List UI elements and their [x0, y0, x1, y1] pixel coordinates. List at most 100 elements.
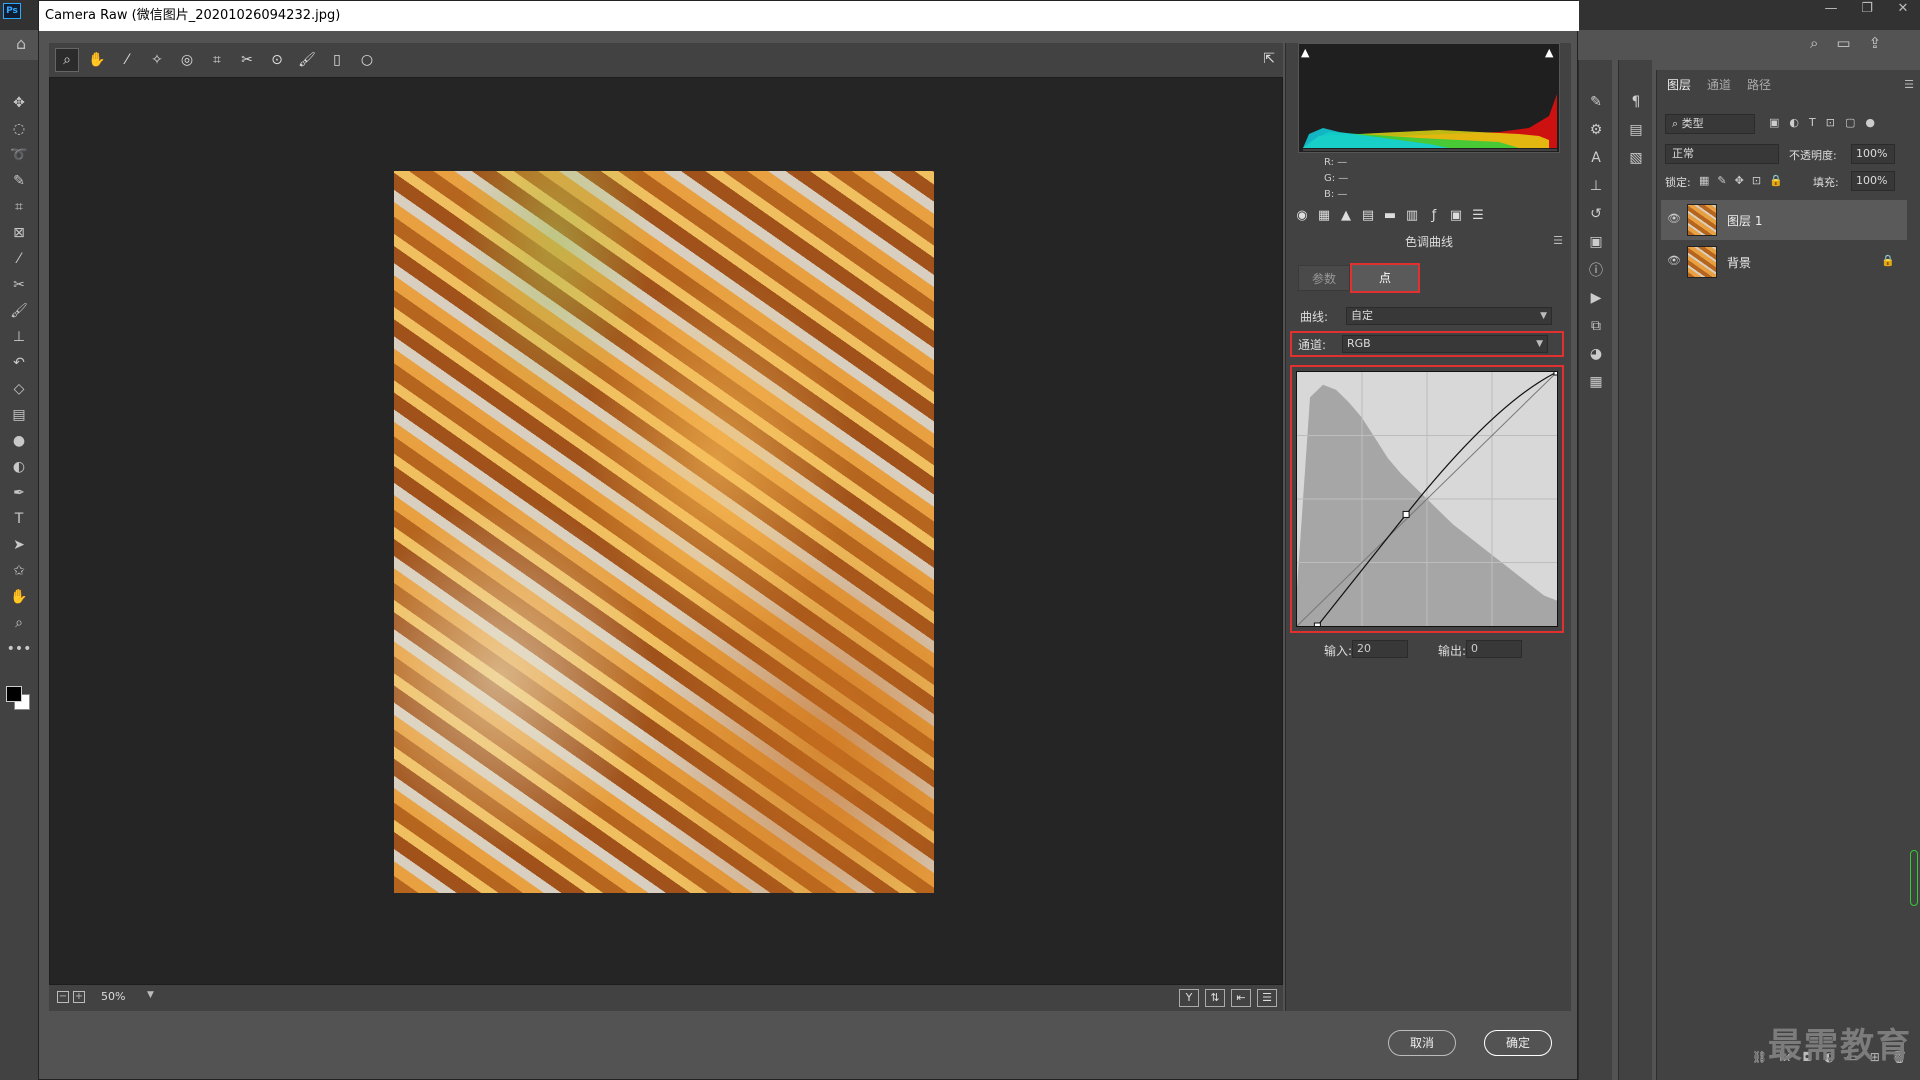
brush-settings-icon[interactable]: ✎ — [1579, 88, 1613, 116]
white-balance-tool-icon[interactable]: ⁄ — [115, 48, 139, 72]
more-tools-icon[interactable]: ••• — [0, 636, 38, 662]
blur-tool-icon[interactable]: ● — [0, 428, 38, 454]
fill-field[interactable]: 100% — [1851, 171, 1895, 191]
tab-point[interactable]: 点 — [1350, 263, 1420, 293]
adjustments-icon[interactable]: ⚙ — [1579, 116, 1613, 144]
pen-tool-icon[interactable]: ✒ — [0, 480, 38, 506]
blend-mode-select[interactable]: 正常 — [1665, 144, 1779, 164]
layer-row-background[interactable]: 👁 背景 🔒 — [1661, 242, 1907, 282]
detail-panel-icon[interactable]: ▲ — [1338, 207, 1354, 225]
libraries-icon[interactable]: ▣ — [1579, 228, 1613, 256]
targeted-adjustment-tool-icon[interactable]: ◎ — [175, 48, 199, 72]
lock-transparent-icon[interactable]: ▦ — [1699, 174, 1709, 187]
chevron-down-icon[interactable]: ▼ — [147, 990, 161, 1004]
quick-select-tool-icon[interactable]: ✎ — [0, 168, 38, 194]
brush-tool-icon[interactable]: 🖌 — [0, 298, 38, 324]
lens-corrections-panel-icon[interactable]: ▥ — [1404, 207, 1420, 225]
shape-filter-icon[interactable]: ⊡ — [1826, 116, 1835, 129]
properties-icon[interactable]: ▤ — [1619, 116, 1653, 144]
share-icon[interactable]: ⇪ — [1869, 34, 1882, 52]
channel-select[interactable]: RGB ▼ — [1342, 335, 1548, 353]
curve-point[interactable] — [1402, 510, 1410, 518]
hand-tool-icon[interactable]: ✋ — [85, 48, 109, 72]
history-icon[interactable]: ↺ — [1579, 200, 1613, 228]
type-filter-icon[interactable]: T — [1809, 116, 1816, 129]
basic-panel-icon[interactable]: ◉ — [1294, 207, 1310, 225]
split-toning-panel-icon[interactable]: ▬ — [1382, 207, 1398, 225]
table-icon[interactable]: ▦ — [1579, 368, 1613, 396]
tab-channels[interactable]: 通道 — [1707, 76, 1731, 93]
smart-object-filter-icon[interactable]: ▢ — [1845, 116, 1855, 129]
dodge-tool-icon[interactable]: ◐ — [0, 454, 38, 480]
color-icon[interactable]: ◕ — [1579, 340, 1613, 368]
character-icon[interactable]: A — [1579, 144, 1613, 172]
clone-source-icon[interactable]: ⊥ — [1579, 172, 1613, 200]
lock-position-icon[interactable]: ✥ — [1735, 174, 1744, 187]
shape-tool-icon[interactable]: ✩ — [0, 558, 38, 584]
paragraph-icon[interactable]: ¶ — [1619, 88, 1653, 116]
pixel-filter-icon[interactable]: ▣ — [1769, 116, 1779, 129]
close-icon[interactable]: ✕ — [1896, 0, 1910, 18]
graduated-filter-icon[interactable]: ▯ — [325, 48, 349, 72]
before-after-icon[interactable]: Y — [1179, 989, 1199, 1007]
cancel-button[interactable]: 取消 — [1388, 1030, 1456, 1056]
scroll-indicator[interactable] — [1910, 850, 1918, 906]
eye-icon[interactable]: 👁 — [1667, 212, 1681, 225]
tab-paths[interactable]: 路径 — [1747, 76, 1771, 93]
history-brush-icon[interactable]: ↶ — [0, 350, 38, 376]
ok-button[interactable]: 确定 — [1484, 1030, 1552, 1056]
restore-icon[interactable]: ❐ — [1860, 0, 1874, 18]
home-icon[interactable]: ⌂ — [16, 34, 38, 56]
adjustment-brush-icon[interactable]: 🖌 — [295, 48, 319, 72]
panel-menu-icon[interactable]: ☰ — [1553, 234, 1563, 247]
info-icon[interactable]: ⓘ — [1579, 256, 1613, 284]
swap-icon[interactable]: ⇅ — [1205, 989, 1225, 1007]
open-preferences-icon[interactable]: ⇱ — [1263, 51, 1275, 67]
minimize-icon[interactable]: — — [1824, 0, 1838, 18]
path-select-tool-icon[interactable]: ➤ — [0, 532, 38, 558]
shadow-clipping-icon[interactable]: ▲ — [1301, 46, 1313, 59]
hand-tool-icon[interactable]: ✋ — [0, 584, 38, 610]
curve-point[interactable] — [1313, 622, 1321, 630]
filter-toggle-icon[interactable]: ● — [1865, 116, 1875, 129]
calibration-panel-icon[interactable]: ▣ — [1448, 207, 1464, 225]
zoom-tool-icon[interactable]: ⌕ — [55, 48, 79, 72]
zoom-in-icon[interactable]: + — [73, 991, 85, 1003]
stamp-tool-icon[interactable]: ⊥ — [0, 324, 38, 350]
highlight-clipping-icon[interactable]: ▲ — [1545, 46, 1557, 59]
foreground-color-swatch[interactable] — [6, 686, 22, 702]
actions-icon[interactable]: ▶ — [1579, 284, 1613, 312]
gradient-tool-icon[interactable]: ▤ — [0, 402, 38, 428]
zoom-tool-icon[interactable]: ⌕ — [0, 610, 38, 636]
presets-panel-icon[interactable]: ☰ — [1470, 207, 1486, 225]
lock-all-icon[interactable]: 🔒 — [1769, 174, 1783, 187]
workspace-icon[interactable]: ▭ — [1836, 34, 1850, 52]
color-sampler-tool-icon[interactable]: ✧ — [145, 48, 169, 72]
adjustment-filter-icon[interactable]: ◐ — [1789, 116, 1799, 129]
curve-preset-select[interactable]: 自定 ▼ — [1346, 307, 1552, 325]
tab-layers[interactable]: 图层 — [1667, 76, 1691, 93]
eyedropper-tool-icon[interactable]: ⁄ — [0, 246, 38, 272]
hsl-panel-icon[interactable]: ▤ — [1360, 207, 1376, 225]
link-layers-icon[interactable]: ⛓ — [1752, 1050, 1767, 1074]
opacity-field[interactable]: 100% — [1851, 144, 1895, 164]
effects-panel-icon[interactable]: ƒ — [1426, 207, 1442, 225]
type-tool-icon[interactable]: T — [0, 506, 38, 532]
healing-tool-icon[interactable]: ✂ — [0, 272, 38, 298]
curve-point[interactable] — [1553, 368, 1561, 376]
lock-artboard-icon[interactable]: ⊡ — [1752, 174, 1761, 187]
lock-pixels-icon[interactable]: ✎ — [1717, 174, 1726, 187]
radial-filter-icon[interactable]: ○ — [355, 48, 379, 72]
zoom-level[interactable]: 50% — [101, 990, 125, 1003]
red-eye-tool-icon[interactable]: ⊙ — [265, 48, 289, 72]
tone-curve-graph[interactable] — [1296, 368, 1561, 630]
move-tool-icon[interactable]: ✥ — [0, 90, 38, 116]
output-field[interactable]: 0 — [1466, 640, 1522, 658]
layers-menu-icon[interactable]: ☰ — [1904, 78, 1914, 91]
search-icon[interactable]: ⌕ — [1810, 34, 1818, 52]
layer-row-layer1[interactable]: 👁 图层 1 — [1661, 200, 1907, 240]
input-field[interactable]: 20 — [1352, 640, 1408, 658]
lasso-tool-icon[interactable]: ➰ — [0, 142, 38, 168]
layer-comps-icon[interactable]: ⧉ — [1579, 312, 1613, 340]
zoom-out-icon[interactable]: − — [57, 991, 69, 1003]
